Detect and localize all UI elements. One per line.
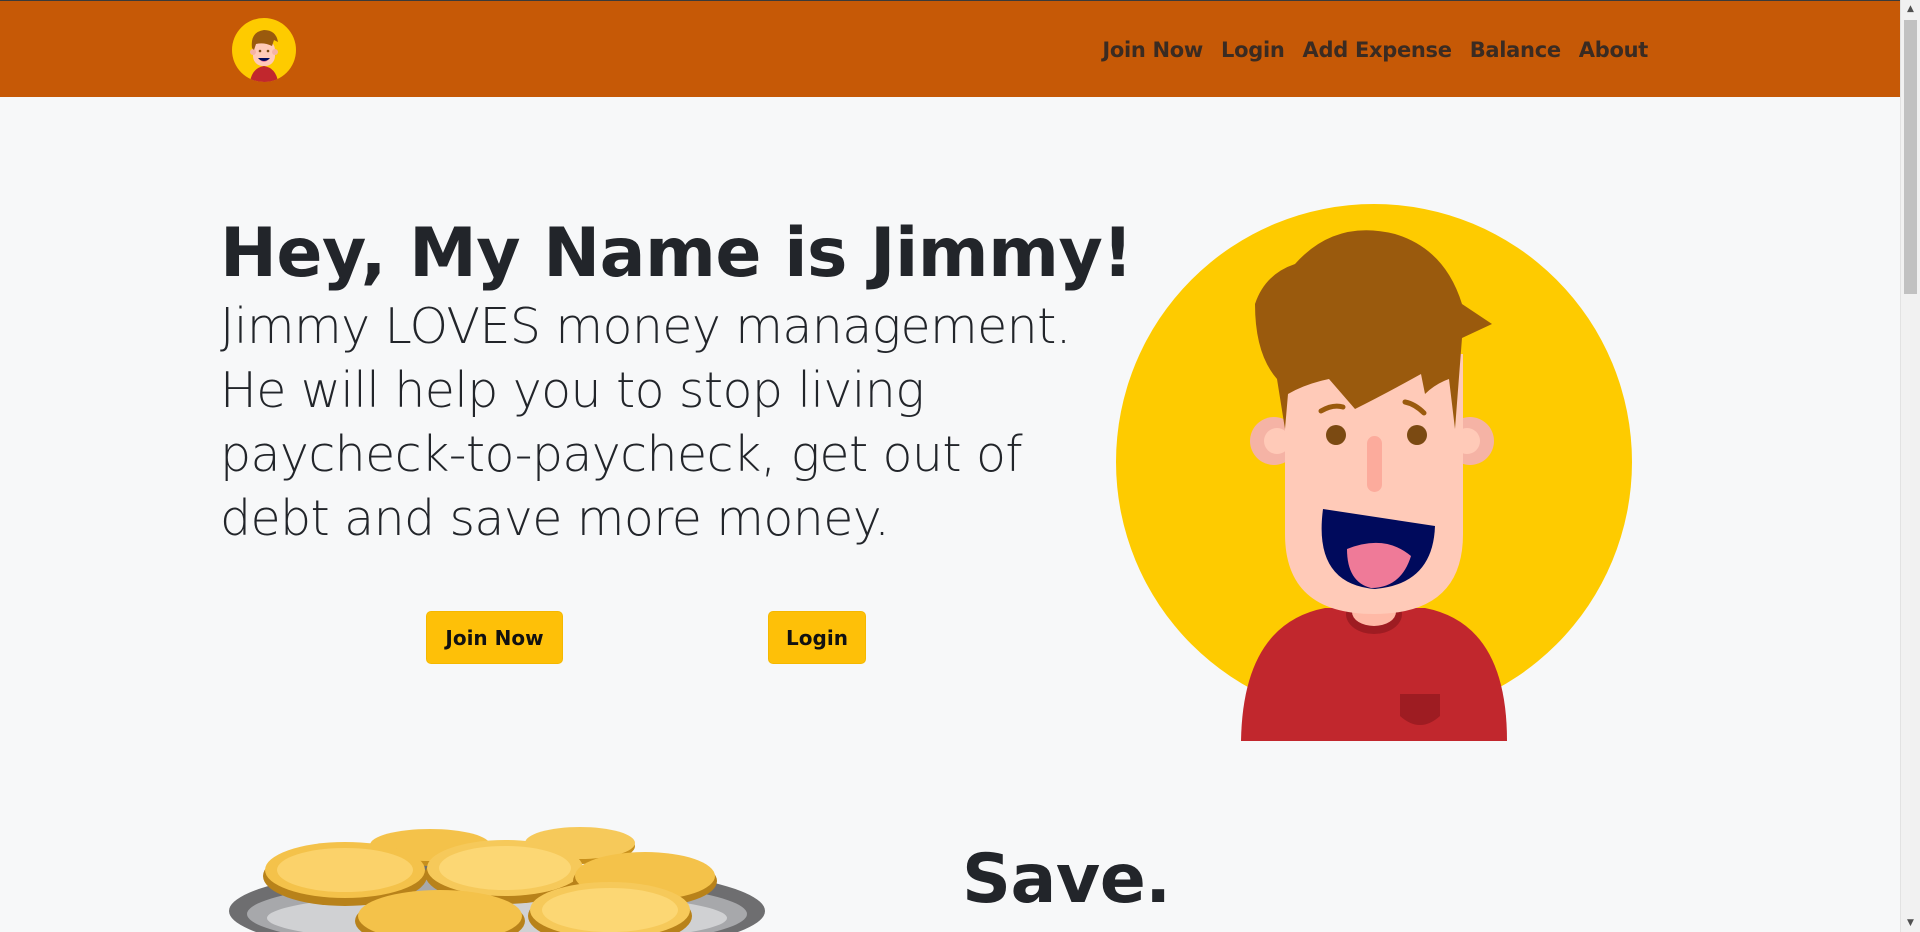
login-button[interactable]: Login bbox=[768, 611, 866, 664]
save-section-title: Save. bbox=[962, 840, 1171, 919]
brand-logo-icon[interactable] bbox=[232, 18, 296, 82]
page: Join Now Login Add Expense Balance About… bbox=[0, 0, 1920, 932]
join-now-button[interactable]: Join Now bbox=[426, 611, 563, 664]
hero-title: Hey, My Name is Jimmy! bbox=[220, 214, 1133, 293]
nav-links: Join Now Login Add Expense Balance About bbox=[1093, 1, 1657, 98]
scroll-up-icon[interactable]: ▲ bbox=[1901, 1, 1920, 18]
nav-link-balance[interactable]: Balance bbox=[1461, 38, 1570, 62]
coins-plate-illustration bbox=[225, 826, 765, 932]
jimmy-character-illustration bbox=[1115, 204, 1633, 741]
scroll-down-icon[interactable]: ▼ bbox=[1901, 915, 1920, 932]
nav-link-login[interactable]: Login bbox=[1212, 38, 1294, 62]
scroll-thumb[interactable] bbox=[1904, 20, 1917, 294]
navbar: Join Now Login Add Expense Balance About bbox=[0, 0, 1900, 97]
nav-link-about[interactable]: About bbox=[1570, 38, 1657, 62]
nav-link-add-expense[interactable]: Add Expense bbox=[1294, 38, 1461, 62]
nav-link-join-now[interactable]: Join Now bbox=[1093, 38, 1212, 62]
page-scrollbar[interactable]: ▲ ▼ bbox=[1900, 0, 1920, 932]
hero-description: Jimmy LOVES money management. He will he… bbox=[220, 298, 1071, 547]
